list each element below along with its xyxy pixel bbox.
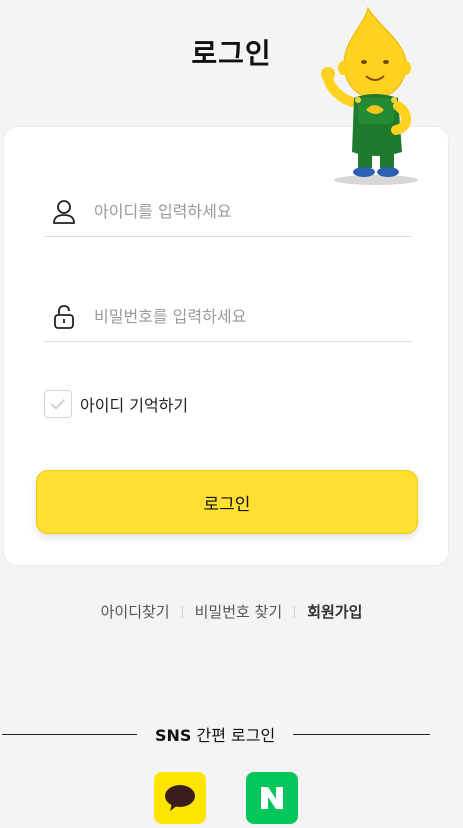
id-field [44,187,412,237]
user-icon [50,198,78,226]
divider-line [293,733,431,735]
sns-title-bold: SNS [155,726,192,745]
signup-link[interactable]: 회원가입 [307,601,362,622]
password-field [44,292,412,342]
find-id-link[interactable]: 아이디찾기 [101,601,170,622]
sns-login-heading: SNS 간편 로그인 [0,722,463,746]
link-divider [181,605,183,618]
mascot-image [321,6,418,185]
naver-n-icon [261,787,283,809]
account-links: 아이디찾기 비밀번호 찾기 회원가입 [0,601,463,622]
kakao-login-button[interactable] [154,772,206,824]
divider-line [2,733,137,735]
password-input[interactable] [94,307,394,326]
kakao-talk-icon [165,785,195,811]
link-divider [294,605,296,618]
lock-icon [50,303,78,331]
naver-login-button[interactable] [246,772,298,824]
id-input[interactable] [94,202,394,221]
sns-title-text: 간편 로그인 [191,726,276,745]
login-card: 아이디 기억하기 로그인 [3,126,449,566]
remember-id-option[interactable]: 아이디 기억하기 [44,390,188,418]
find-password-link[interactable]: 비밀번호 찾기 [195,601,283,622]
remember-id-checkbox[interactable] [44,390,72,418]
check-icon [50,398,66,410]
login-page: 로그인 아이디를 입력하세요 아이디 기억하기 로그인 아이디찾기 비밀번호 찾… [0,0,463,828]
login-button[interactable]: 로그인 [36,470,418,534]
remember-id-label: 아이디 기억하기 [80,396,189,415]
sns-login-title: SNS 간편 로그인 [137,722,293,746]
